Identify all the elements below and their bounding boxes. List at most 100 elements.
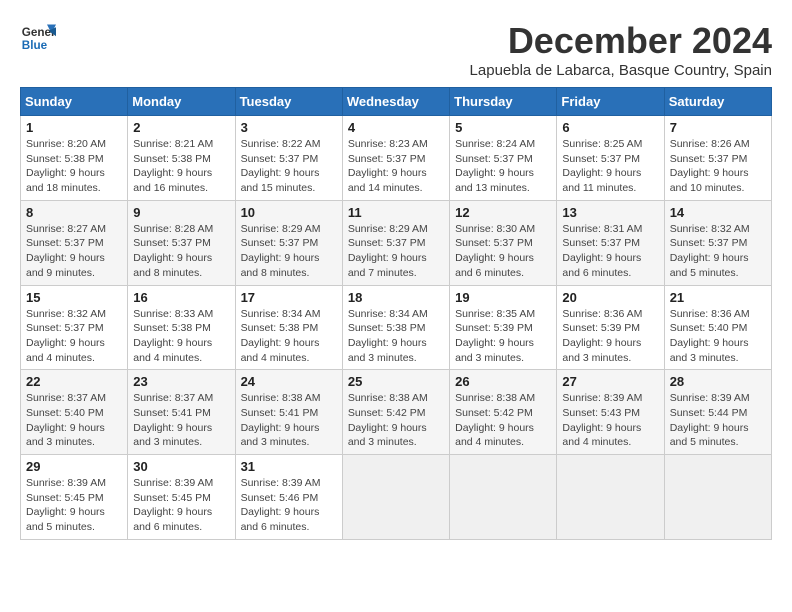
calendar-day-cell: 29 Sunrise: 8:39 AM Sunset: 5:45 PM Dayli… [21,455,128,540]
day-info: Sunrise: 8:34 AM Sunset: 5:38 PM Dayligh… [241,307,337,366]
calendar-day-cell: 23 Sunrise: 8:37 AM Sunset: 5:41 PM Dayli… [128,370,235,455]
day-info: Sunrise: 8:21 AM Sunset: 5:38 PM Dayligh… [133,137,229,196]
calendar-day-cell: 30 Sunrise: 8:39 AM Sunset: 5:45 PM Dayli… [128,455,235,540]
calendar-day-cell: 25Sunrise: 8:38 AM Sunset: 5:42 PM Dayli… [342,370,449,455]
day-number: 21 [670,290,766,305]
day-number: 17 [241,290,337,305]
day-info: Sunrise: 8:38 AM Sunset: 5:42 PM Dayligh… [455,391,551,450]
calendar-day-cell: 6 Sunrise: 8:25 AM Sunset: 5:37 PM Daylig… [557,116,664,201]
day-info: Sunrise: 8:26 AM Sunset: 5:37 PM Dayligh… [670,137,766,196]
title-area: December 2024 Lapuebla de Labarca, Basqu… [470,20,772,79]
calendar-day-header: Friday [557,88,664,116]
day-number: 6 [562,120,658,135]
day-info: Sunrise: 8:32 AM Sunset: 5:37 PM Dayligh… [670,222,766,281]
logo: General Blue [20,20,56,56]
calendar-day-cell: 18 Sunrise: 8:34 AM Sunset: 5:38 PM Dayli… [342,285,449,370]
calendar-day-cell: 27 Sunrise: 8:39 AM Sunset: 5:43 PM Dayli… [557,370,664,455]
day-number: 11 [348,205,444,220]
calendar-table: SundayMondayTuesdayWednesdayThursdayFrid… [20,87,772,540]
day-number: 10 [241,205,337,220]
calendar-day-header: Saturday [664,88,771,116]
day-info: Sunrise: 8:38 AM Sunset: 5:41 PM Dayligh… [241,391,337,450]
calendar-day-cell: 1Sunrise: 8:20 AM Sunset: 5:38 PM Daylig… [21,116,128,201]
calendar-week-row: 22 Sunrise: 8:37 AM Sunset: 5:40 PM Dayli… [21,370,772,455]
calendar-day-cell: 16Sunrise: 8:33 AM Sunset: 5:38 PM Dayli… [128,285,235,370]
day-info: Sunrise: 8:35 AM Sunset: 5:39 PM Dayligh… [455,307,551,366]
day-info: Sunrise: 8:22 AM Sunset: 5:37 PM Dayligh… [241,137,337,196]
day-info: Sunrise: 8:24 AM Sunset: 5:37 PM Dayligh… [455,137,551,196]
calendar-week-row: 15Sunrise: 8:32 AM Sunset: 5:37 PM Dayli… [21,285,772,370]
calendar-day-cell: 17 Sunrise: 8:34 AM Sunset: 5:38 PM Dayli… [235,285,342,370]
calendar-day-cell: 9Sunrise: 8:28 AM Sunset: 5:37 PM Daylig… [128,200,235,285]
calendar-day-cell: 7Sunrise: 8:26 AM Sunset: 5:37 PM Daylig… [664,116,771,201]
day-info: Sunrise: 8:37 AM Sunset: 5:40 PM Dayligh… [26,391,122,450]
calendar-day-cell: 8 Sunrise: 8:27 AM Sunset: 5:37 PM Daylig… [21,200,128,285]
calendar-week-row: 1Sunrise: 8:20 AM Sunset: 5:38 PM Daylig… [21,116,772,201]
day-info: Sunrise: 8:20 AM Sunset: 5:38 PM Dayligh… [26,137,122,196]
calendar-day-cell: 13 Sunrise: 8:31 AM Sunset: 5:37 PM Dayli… [557,200,664,285]
day-info: Sunrise: 8:39 AM Sunset: 5:44 PM Dayligh… [670,391,766,450]
calendar-day-cell [450,455,557,540]
day-number: 5 [455,120,551,135]
calendar-day-cell: 15Sunrise: 8:32 AM Sunset: 5:37 PM Dayli… [21,285,128,370]
location-title: Lapuebla de Labarca, Basque Country, Spa… [470,62,772,79]
day-info: Sunrise: 8:36 AM Sunset: 5:40 PM Dayligh… [670,307,766,366]
day-number: 12 [455,205,551,220]
calendar-day-header: Monday [128,88,235,116]
day-number: 8 [26,205,122,220]
day-info: Sunrise: 8:29 AM Sunset: 5:37 PM Dayligh… [348,222,444,281]
calendar-day-cell: 10 Sunrise: 8:29 AM Sunset: 5:37 PM Dayli… [235,200,342,285]
day-info: Sunrise: 8:37 AM Sunset: 5:41 PM Dayligh… [133,391,229,450]
calendar-day-cell [557,455,664,540]
day-info: Sunrise: 8:36 AM Sunset: 5:39 PM Dayligh… [562,307,658,366]
day-info: Sunrise: 8:34 AM Sunset: 5:38 PM Dayligh… [348,307,444,366]
logo-icon: General Blue [20,20,56,56]
day-info: Sunrise: 8:25 AM Sunset: 5:37 PM Dayligh… [562,137,658,196]
day-number: 20 [562,290,658,305]
day-info: Sunrise: 8:30 AM Sunset: 5:37 PM Dayligh… [455,222,551,281]
day-info: Sunrise: 8:28 AM Sunset: 5:37 PM Dayligh… [133,222,229,281]
calendar-day-cell: 26 Sunrise: 8:38 AM Sunset: 5:42 PM Dayli… [450,370,557,455]
calendar-day-cell: 4 Sunrise: 8:23 AM Sunset: 5:37 PM Daylig… [342,116,449,201]
day-info: Sunrise: 8:23 AM Sunset: 5:37 PM Dayligh… [348,137,444,196]
day-number: 28 [670,374,766,389]
calendar-day-cell: 12 Sunrise: 8:30 AM Sunset: 5:37 PM Dayli… [450,200,557,285]
day-info: Sunrise: 8:39 AM Sunset: 5:45 PM Dayligh… [133,476,229,535]
calendar-day-cell: 14 Sunrise: 8:32 AM Sunset: 5:37 PM Dayli… [664,200,771,285]
day-number: 30 [133,459,229,474]
day-number: 13 [562,205,658,220]
calendar-day-cell: 31Sunrise: 8:39 AM Sunset: 5:46 PM Dayli… [235,455,342,540]
day-number: 22 [26,374,122,389]
calendar-day-cell: 2 Sunrise: 8:21 AM Sunset: 5:38 PM Daylig… [128,116,235,201]
day-number: 26 [455,374,551,389]
day-number: 14 [670,205,766,220]
day-number: 2 [133,120,229,135]
day-number: 27 [562,374,658,389]
day-number: 15 [26,290,122,305]
day-info: Sunrise: 8:33 AM Sunset: 5:38 PM Dayligh… [133,307,229,366]
calendar-day-cell: 5 Sunrise: 8:24 AM Sunset: 5:37 PM Daylig… [450,116,557,201]
calendar-header: SundayMondayTuesdayWednesdayThursdayFrid… [21,88,772,116]
day-number: 4 [348,120,444,135]
calendar-day-cell [664,455,771,540]
calendar-day-header: Wednesday [342,88,449,116]
day-info: Sunrise: 8:39 AM Sunset: 5:45 PM Dayligh… [26,476,122,535]
calendar-day-cell [342,455,449,540]
calendar-day-cell: 22 Sunrise: 8:37 AM Sunset: 5:40 PM Dayli… [21,370,128,455]
page-header: General Blue December 2024 Lapuebla de L… [20,20,772,79]
day-info: Sunrise: 8:39 AM Sunset: 5:43 PM Dayligh… [562,391,658,450]
month-title: December 2024 [470,20,772,62]
day-number: 19 [455,290,551,305]
day-number: 23 [133,374,229,389]
day-info: Sunrise: 8:31 AM Sunset: 5:37 PM Dayligh… [562,222,658,281]
day-number: 29 [26,459,122,474]
day-info: Sunrise: 8:29 AM Sunset: 5:37 PM Dayligh… [241,222,337,281]
calendar-day-cell: 3Sunrise: 8:22 AM Sunset: 5:37 PM Daylig… [235,116,342,201]
calendar-day-cell: 11 Sunrise: 8:29 AM Sunset: 5:37 PM Dayli… [342,200,449,285]
day-number: 31 [241,459,337,474]
day-number: 18 [348,290,444,305]
calendar-day-header: Tuesday [235,88,342,116]
day-info: Sunrise: 8:27 AM Sunset: 5:37 PM Dayligh… [26,222,122,281]
day-info: Sunrise: 8:38 AM Sunset: 5:42 PM Dayligh… [348,391,444,450]
calendar-day-cell: 24Sunrise: 8:38 AM Sunset: 5:41 PM Dayli… [235,370,342,455]
